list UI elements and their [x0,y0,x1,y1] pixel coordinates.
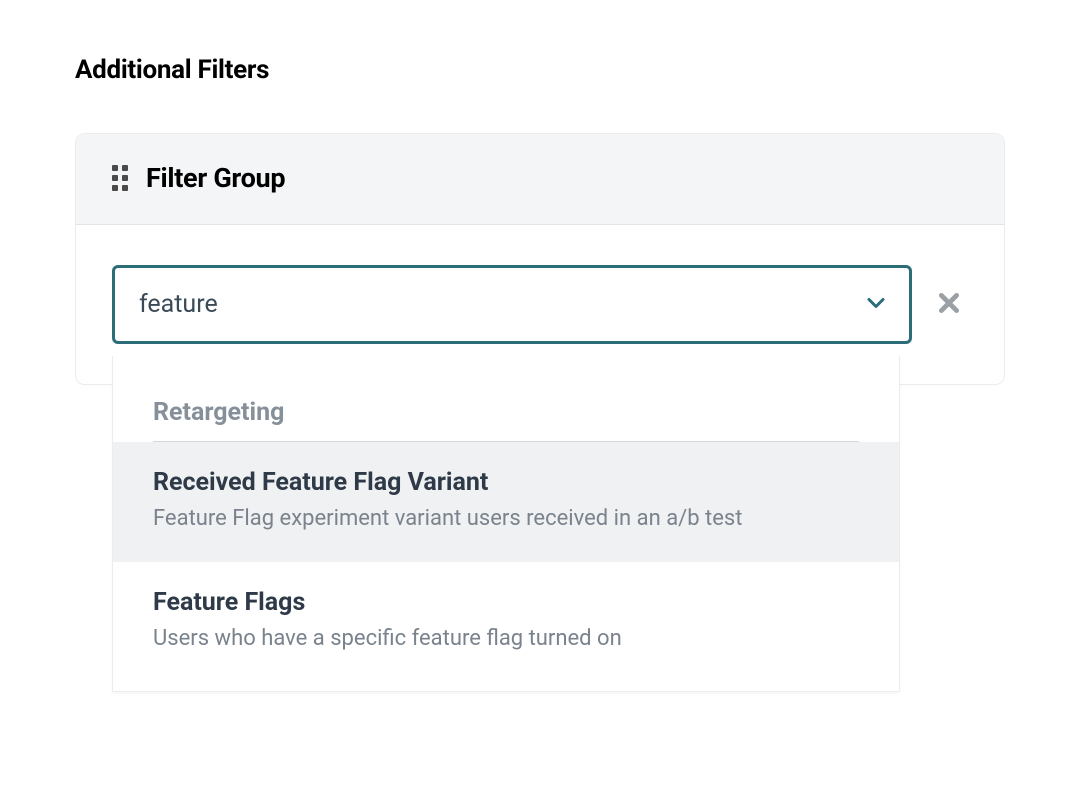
dropdown-toggle-button[interactable] [856,285,896,325]
dropdown-category-label: Retargeting [153,398,859,442]
filter-input-wrap [112,265,912,344]
dropdown-item-feature-flags[interactable]: Feature Flags Users who have a specific … [113,562,899,682]
dropdown-item-desc: Feature Flag experiment variant users re… [153,505,859,534]
filter-dropdown: Retargeting Received Feature Flag Varian… [112,356,900,692]
filter-group-header: Filter Group [76,134,1004,225]
chevron-down-icon [864,291,888,318]
filter-search-input[interactable] [112,265,912,344]
close-icon [936,290,962,319]
dropdown-item-title: Received Feature Flag Variant [153,468,859,497]
filter-group-title: Filter Group [146,162,285,194]
dropdown-item-desc: Users who have a specific feature flag t… [153,625,859,654]
filter-group-card: Filter Group [75,133,1005,385]
dropdown-item-title: Feature Flags [153,588,859,617]
section-title: Additional Filters [75,55,1007,85]
drag-handle-icon[interactable] [112,165,128,191]
clear-filter-button[interactable] [930,284,968,325]
dropdown-item-received-feature-flag-variant[interactable]: Received Feature Flag Variant Feature Fl… [113,442,899,562]
